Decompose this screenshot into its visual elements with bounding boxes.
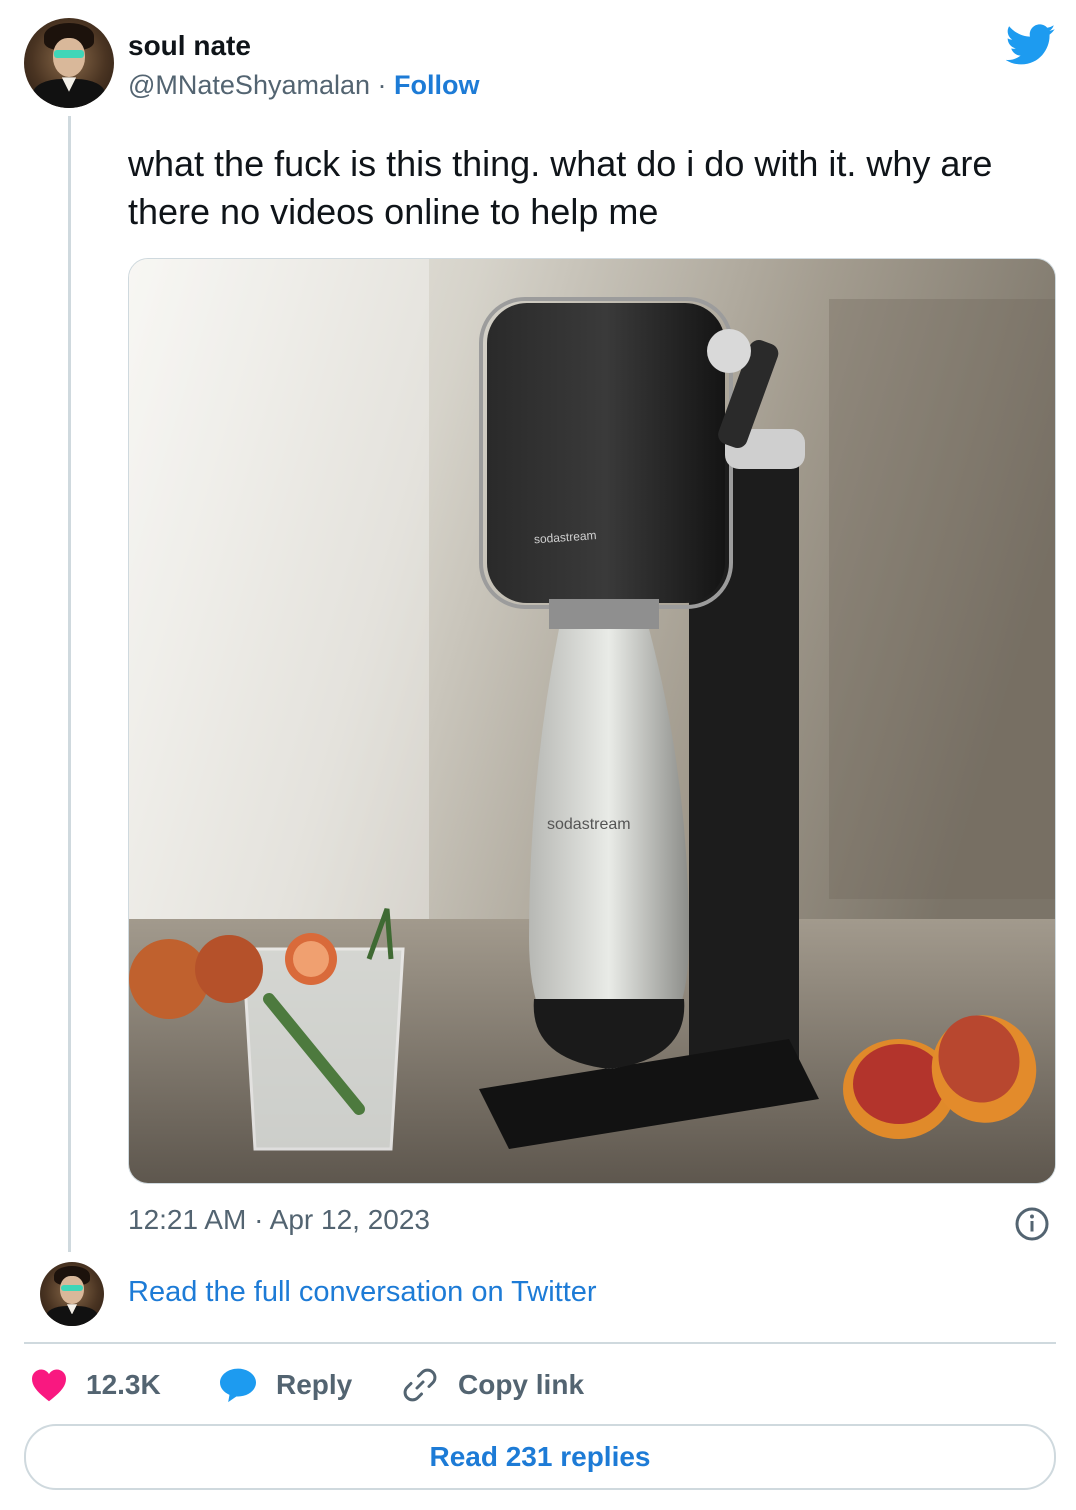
- author-handle-row: @MNateShyamalan · Follow: [128, 70, 480, 101]
- separator-dot: ·: [370, 70, 395, 100]
- bottle-brand-label: sodastream: [547, 816, 631, 833]
- read-replies-label: Read 231 replies: [429, 1441, 651, 1472]
- read-replies-button[interactable]: Read 231 replies: [24, 1424, 1056, 1490]
- copy-link-button[interactable]: Copy link: [400, 1362, 584, 1408]
- tweet-timestamp[interactable]: 12:21 AM · Apr 12, 2023: [128, 1204, 430, 1236]
- tweet-media-photo[interactable]: sodastream sodastream: [128, 258, 1056, 1184]
- link-icon: [403, 1368, 437, 1402]
- heart-icon: [32, 1369, 66, 1402]
- reply-label: Reply: [276, 1369, 353, 1400]
- copy-link-label: Copy link: [458, 1369, 585, 1400]
- info-icon[interactable]: [1014, 1206, 1050, 1242]
- divider: [24, 1342, 1056, 1344]
- reply-button[interactable]: Reply: [218, 1362, 352, 1408]
- follow-button[interactable]: Follow: [394, 70, 479, 100]
- like-count: 12.3K: [86, 1369, 161, 1400]
- author-avatar[interactable]: [24, 18, 114, 108]
- speech-bubble-icon: [220, 1368, 256, 1403]
- author-display-name[interactable]: soul nate: [128, 30, 251, 62]
- thread-line: [68, 116, 71, 1252]
- twitter-bird-icon[interactable]: [1006, 24, 1056, 66]
- read-full-conversation-link[interactable]: Read the full conversation on Twitter: [128, 1276, 597, 1309]
- author-handle[interactable]: @MNateShyamalan: [128, 70, 370, 100]
- sodastream-photo: sodastream sodastream: [129, 259, 1055, 1183]
- like-button[interactable]: 12.3K: [30, 1362, 161, 1408]
- tweet-text: what the fuck is this thing. what do i d…: [128, 143, 993, 232]
- author-avatar-small[interactable]: [40, 1262, 104, 1326]
